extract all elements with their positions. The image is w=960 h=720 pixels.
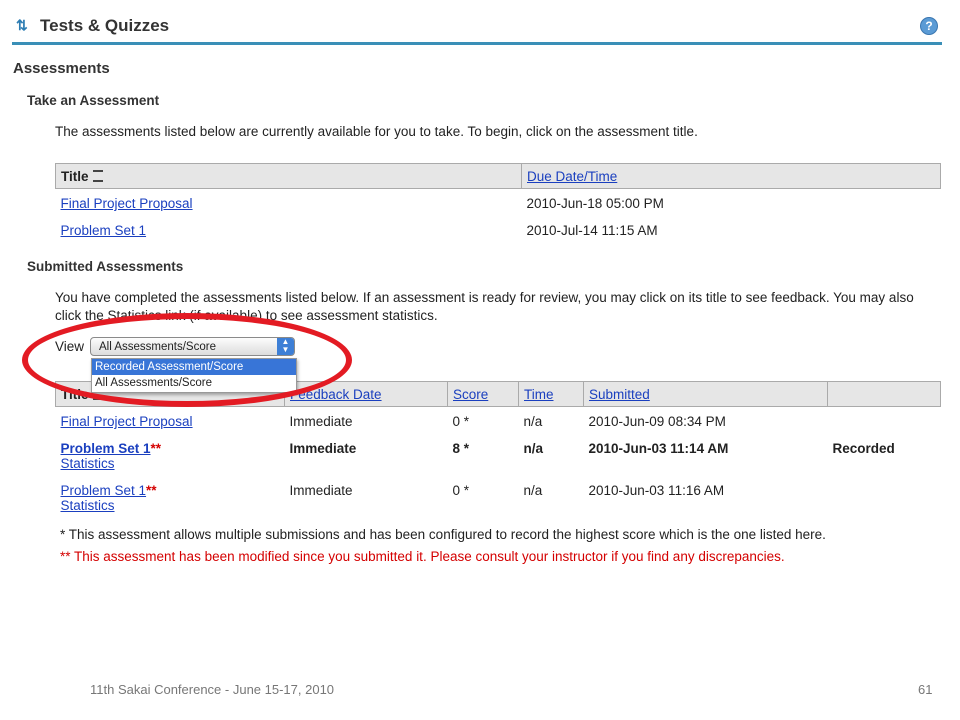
slide-footer-text: 11th Sakai Conference - June 15-17, 2010: [90, 682, 335, 697]
assessment-link[interactable]: Final Project Proposal: [61, 196, 193, 211]
tool-title: Tests & Quizzes: [40, 16, 170, 35]
time: n/a: [523, 440, 544, 456]
take-assessment-table: Title Due Date/Time Final Project Propos…: [55, 163, 941, 243]
time: n/a: [523, 482, 543, 498]
status: Recorded: [832, 440, 895, 456]
page-title: Assessments: [13, 60, 110, 77]
score: 8 *: [452, 440, 470, 456]
modified-marker: **: [146, 482, 157, 498]
submitted-date: 2010-Jun-03 11:14 AM: [588, 440, 729, 456]
tool-title-bar: ⇅ Tests & Quizzes ?: [12, 10, 942, 45]
table-row: Problem Set 1 2010-Jul-14 11:15 AM: [56, 216, 941, 243]
refresh-arrows-icon[interactable]: ⇅: [16, 18, 30, 32]
assessment-link[interactable]: Final Project Proposal: [61, 414, 193, 429]
column-header-submitted[interactable]: Submitted: [583, 381, 828, 407]
assessment-link[interactable]: Problem Set 1: [61, 483, 147, 498]
submitted-date: 2010-Jun-03 11:16 AM: [588, 482, 725, 498]
feedback-date: Immediate: [289, 482, 353, 498]
take-assessment-heading: Take an Assessment: [27, 93, 160, 108]
score: 0 *: [452, 482, 470, 498]
submitted-assessments-heading: Submitted Assessments: [27, 259, 184, 274]
help-icon[interactable]: ?: [920, 17, 938, 35]
assessment-link[interactable]: Problem Set 1: [61, 441, 151, 456]
statistics-link[interactable]: Statistics: [61, 498, 115, 513]
slide-number: 61: [918, 682, 933, 697]
feedback-date: Immediate: [289, 440, 357, 456]
time: n/a: [523, 414, 543, 429]
status: [828, 479, 941, 523]
due-date: 2010-Jul-14 11:15 AM: [526, 222, 658, 238]
table-row: Final Project Proposal 2010-Jun-18 05:00…: [56, 189, 941, 216]
column-header-due-date[interactable]: Due Date/Time: [521, 163, 941, 189]
assessment-link[interactable]: Problem Set 1: [61, 223, 147, 238]
submitted-date: 2010-Jun-09 08:34 PM: [588, 414, 726, 429]
table-row: Problem Set 1** Statistics Immediate 8 *…: [56, 435, 941, 479]
score: 0 *: [452, 414, 470, 429]
modified-marker: **: [150, 440, 162, 456]
column-header-score[interactable]: Score: [447, 381, 519, 407]
column-header-title[interactable]: Title: [55, 163, 522, 189]
table-row: Problem Set 1** Statistics Immediate 0 *…: [56, 479, 941, 523]
column-header-status: [827, 381, 941, 407]
table-row: Final Project Proposal Immediate 0 * n/a…: [56, 407, 941, 435]
status: [828, 407, 941, 435]
sort-ascending-icon[interactable]: [92, 169, 103, 182]
footnote-modified: ** This assessment has been modified sin…: [60, 549, 785, 564]
footnote-highest-score: * This assessment allows multiple submis…: [60, 527, 826, 542]
due-date: 2010-Jun-18 05:00 PM: [526, 196, 664, 211]
feedback-date: Immediate: [289, 414, 353, 429]
column-header-time[interactable]: Time: [518, 381, 584, 407]
statistics-link[interactable]: Statistics: [61, 456, 115, 471]
highlight-ellipse: [22, 313, 352, 407]
take-assessment-intro: The assessments listed below are current…: [55, 124, 698, 139]
